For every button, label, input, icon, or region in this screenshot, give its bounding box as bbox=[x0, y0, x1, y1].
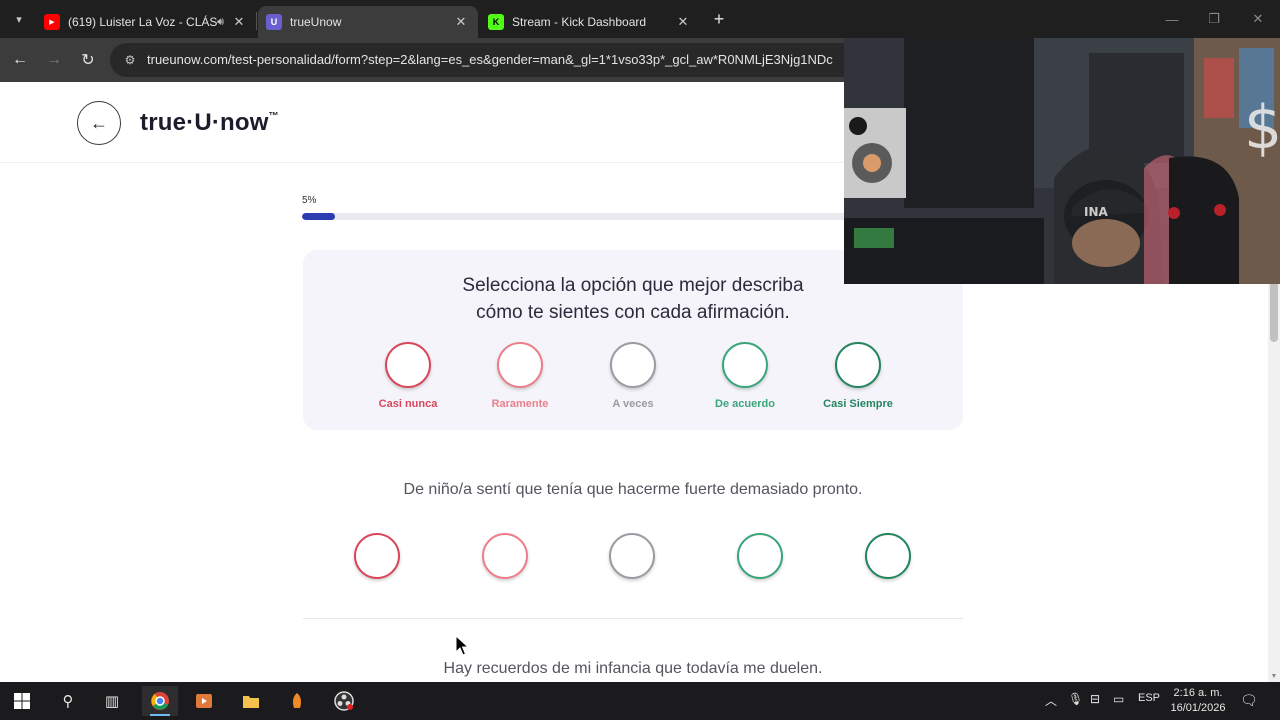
trueunow-icon: U bbox=[266, 14, 282, 30]
q1-option-de-acuerdo[interactable] bbox=[737, 533, 783, 579]
webcam-overlay: $ INA bbox=[844, 38, 1280, 284]
tab-trueunow[interactable]: U trueUnow ✕ bbox=[258, 6, 478, 38]
legend-a-veces: A veces bbox=[583, 342, 683, 410]
display-icon[interactable]: ▭ bbox=[1113, 692, 1124, 706]
legend-label: A veces bbox=[612, 398, 654, 410]
youtube-icon: ▶ bbox=[44, 14, 60, 30]
trademark-mark: ™ bbox=[268, 111, 279, 122]
webcam-scene-image: $ INA bbox=[844, 38, 1280, 284]
q1-option-casi-siempre[interactable] bbox=[865, 533, 911, 579]
language-indicator[interactable]: ESP bbox=[1138, 692, 1160, 704]
tab-separator bbox=[256, 12, 257, 30]
logo-text: true·U·now bbox=[140, 109, 269, 136]
close-tab-icon[interactable]: ✕ bbox=[452, 13, 470, 31]
network-icon[interactable]: ⊟ bbox=[1090, 692, 1100, 706]
q1-option-casi-nunca[interactable] bbox=[354, 533, 400, 579]
legend-circle bbox=[835, 342, 881, 388]
microphone-icon[interactable]: 🎙︎ bbox=[1068, 692, 1083, 706]
reload-icon[interactable]: ↻ bbox=[76, 48, 100, 72]
q1-option-raramente[interactable] bbox=[482, 533, 528, 579]
mouse-cursor-icon bbox=[455, 635, 469, 656]
progress-percent: 5% bbox=[302, 195, 317, 206]
media-player-icon[interactable] bbox=[186, 686, 222, 716]
svg-text:INA: INA bbox=[1084, 205, 1109, 219]
tab-kick[interactable]: K Stream - Kick Dashboard ✕ bbox=[480, 6, 700, 38]
svg-text:$: $ bbox=[1244, 93, 1280, 163]
progress-fill bbox=[302, 213, 336, 220]
legend-casi-nunca: Casi nunca bbox=[358, 342, 458, 410]
legend-circle bbox=[722, 342, 768, 388]
question-2-text: Hay recuerdos de mi infancia que todavía… bbox=[443, 660, 823, 677]
legend-circle bbox=[497, 342, 543, 388]
active-indicator bbox=[150, 714, 170, 716]
tab-title: trueUnow bbox=[290, 15, 342, 29]
scroll-down-icon[interactable]: ▼ bbox=[1268, 670, 1280, 682]
chrome-taskbar-icon[interactable] bbox=[142, 686, 178, 716]
forward-arrow-icon[interactable]: → bbox=[42, 48, 66, 72]
tray-chevron-icon[interactable]: ︿ bbox=[1045, 692, 1057, 709]
close-tab-icon[interactable]: ✕ bbox=[230, 13, 248, 31]
clock-time: 2:16 a. m. bbox=[1173, 687, 1223, 699]
page-back-button[interactable]: ← bbox=[77, 101, 121, 145]
clock-date: 16/01/2026 bbox=[1170, 702, 1226, 714]
minimize-button[interactable]: — bbox=[1152, 6, 1192, 32]
back-arrow-icon[interactable]: ← bbox=[8, 48, 32, 72]
legend-de-acuerdo: De acuerdo bbox=[695, 342, 795, 410]
site-info-icon[interactable]: ⚙ bbox=[122, 52, 138, 68]
kick-icon: K bbox=[488, 14, 504, 30]
url-text[interactable]: trueunow.com/test-personalidad/form?step… bbox=[147, 52, 833, 67]
legend-label: Raramente bbox=[491, 398, 549, 410]
instructions-line-2: cómo te sientes con cada afirmación. bbox=[476, 302, 790, 323]
notifications-icon[interactable]: 🗨︎ bbox=[1240, 692, 1258, 709]
close-tab-icon[interactable]: ✕ bbox=[674, 13, 692, 31]
legend-raramente: Raramente bbox=[470, 342, 570, 410]
legend-circle bbox=[385, 342, 431, 388]
restore-button[interactable]: ❐ bbox=[1194, 6, 1234, 32]
speaker-icon[interactable]: 🔊︎ bbox=[217, 16, 224, 29]
windows-start-icon[interactable] bbox=[4, 686, 40, 716]
tab-title: Stream - Kick Dashboard bbox=[512, 15, 647, 29]
new-tab-button[interactable]: + bbox=[708, 8, 730, 30]
legend-label: De acuerdo bbox=[715, 398, 775, 410]
browser-tab-strip: ▾ ▶ (619) Luister La Voz - CLÁSI 🔊︎ ✕ U … bbox=[0, 0, 1280, 38]
legend-circle bbox=[610, 342, 656, 388]
q1-option-a-veces[interactable] bbox=[609, 533, 655, 579]
question-1-text: De niño/a sentí que tenía que hacerme fu… bbox=[403, 481, 863, 498]
task-view-icon[interactable]: ▥ bbox=[94, 686, 130, 716]
windows-taskbar: ⚲ ▥ ︿ 🎙︎ ⊟ ▭ ESP 2:16 a. m. 16/01/2026 🗨… bbox=[0, 682, 1280, 720]
arrow-left-icon: ← bbox=[90, 112, 108, 133]
question-divider bbox=[303, 618, 963, 619]
tab-search-chevron-icon[interactable]: ▾ bbox=[8, 8, 30, 30]
site-logo[interactable]: true·U·now™ bbox=[140, 109, 279, 137]
tab-title: (619) Luister La Voz - CLÁSI bbox=[68, 15, 218, 29]
close-window-button[interactable]: ✕ bbox=[1238, 6, 1278, 32]
search-icon[interactable]: ⚲ bbox=[50, 686, 86, 716]
file-explorer-icon[interactable] bbox=[233, 686, 269, 716]
legend-label: Casi Siempre bbox=[823, 398, 893, 410]
legend-label: Casi nunca bbox=[378, 398, 438, 410]
scrollbar-thumb[interactable] bbox=[1270, 282, 1278, 342]
tab-youtube[interactable]: ▶ (619) Luister La Voz - CLÁSI 🔊︎ ✕ bbox=[36, 6, 256, 38]
obs-icon[interactable] bbox=[326, 686, 362, 716]
fl-studio-icon[interactable] bbox=[279, 686, 315, 716]
system-clock[interactable]: 2:16 a. m. 16/01/2026 bbox=[1166, 686, 1230, 716]
legend-casi-siempre: Casi Siempre bbox=[808, 342, 908, 410]
